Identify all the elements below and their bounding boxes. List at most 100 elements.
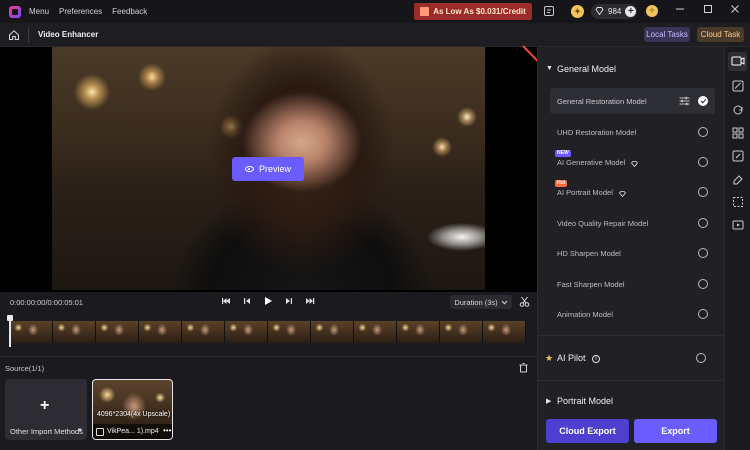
promo-text: As Low As $0.031/Credit (433, 7, 526, 16)
import-button[interactable]: + Other Import Methods ▼ (5, 379, 87, 440)
premium-diamond-icon (618, 190, 626, 198)
plus-icon: + (40, 397, 50, 414)
cloud-export-button[interactable]: Cloud Export (546, 419, 629, 443)
cloud-task-button[interactable]: Cloud Task (697, 27, 744, 42)
video-enhance-tool[interactable] (728, 52, 747, 71)
timeline-thumbnail (139, 321, 182, 343)
panel-divider (538, 335, 725, 336)
model-option-uhd-restoration[interactable]: UHD Restoration Model (550, 119, 715, 145)
clip-resolution: 4096*2304(4x Upscale) (97, 411, 171, 418)
radio-button[interactable] (698, 279, 708, 289)
timeline-thumbnail (10, 321, 53, 343)
ai-pilot-row[interactable]: ★ AI Pilot i (538, 349, 725, 369)
timeline-thumbnail (182, 321, 225, 343)
title-bar: Menu Preferences Feedback As Low As $0.0… (0, 0, 750, 23)
settings-sliders-icon[interactable] (679, 96, 690, 106)
timeline[interactable] (0, 312, 537, 348)
timeline-thumbnail (354, 321, 397, 343)
model-option-hd-sharpen[interactable]: HD Sharpen Model (550, 240, 715, 266)
tool-sidebar (724, 47, 750, 450)
new-badge: NEW (555, 150, 571, 157)
skip-to-end-icon[interactable] (304, 296, 316, 308)
eraser-icon[interactable] (732, 173, 744, 185)
maximize-icon[interactable] (701, 4, 715, 18)
timeline-thumbnail (268, 321, 311, 343)
radio-button[interactable] (698, 157, 708, 167)
skip-to-start-icon[interactable] (220, 296, 232, 308)
general-model-title: General Model (557, 64, 617, 74)
caret-down-icon[interactable]: ▼ (77, 428, 83, 434)
import-label: Other Import Methods (10, 427, 83, 436)
trash-icon[interactable] (518, 362, 529, 373)
general-model-header[interactable]: ▼ General Model (538, 60, 725, 80)
radio-button[interactable] (698, 187, 708, 197)
radio-button[interactable] (698, 218, 708, 228)
grid-icon[interactable] (732, 127, 744, 139)
credits-count: 984 (608, 7, 622, 16)
video-export-icon[interactable] (732, 219, 744, 231)
portrait-model-header[interactable]: ▶ Portrait Model (538, 392, 725, 412)
home-icon[interactable] (8, 29, 20, 41)
ai-pilot-group: AI Pilot i (557, 353, 601, 363)
step-back-icon[interactable] (241, 296, 253, 308)
radio-button[interactable] (698, 127, 708, 137)
edit-curve-icon[interactable] (732, 80, 744, 92)
menu-preferences[interactable]: Preferences (59, 7, 102, 16)
timeline-thumbnail (397, 321, 440, 343)
radio-button[interactable] (698, 309, 708, 319)
credits-pill[interactable]: 984 + (591, 4, 637, 19)
source-clip[interactable]: 4096*2304(4x Upscale) VikPea... 1).mp4 •… (92, 379, 173, 440)
selected-radio[interactable] (698, 96, 708, 106)
radio-button[interactable] (696, 353, 706, 363)
notes-icon[interactable] (543, 5, 555, 17)
gift-icon (420, 7, 430, 16)
playhead[interactable] (7, 315, 13, 347)
play-icon[interactable] (262, 296, 274, 308)
page-title: Video Enhancer (38, 30, 99, 39)
crop-select-icon[interactable] (732, 196, 744, 208)
pen-edit-icon[interactable] (732, 150, 744, 162)
loop-icon[interactable] (732, 104, 744, 116)
model-option-ai-generative[interactable]: NEW AI Generative Model (550, 149, 715, 175)
add-credits-icon[interactable]: + (625, 6, 637, 17)
promo-banner[interactable]: As Low As $0.031/Credit (414, 3, 532, 20)
menu-feedback[interactable]: Feedback (112, 7, 147, 16)
scissors-icon[interactable] (518, 296, 530, 308)
minimize-icon[interactable] (673, 4, 687, 18)
timeline-thumbnail (96, 321, 139, 343)
film-icon (96, 428, 104, 436)
model-option-ai-portrait[interactable]: Hot AI Portrait Model (550, 179, 715, 205)
timeline-thumbnails (10, 321, 526, 343)
preview-button[interactable]: Preview (232, 157, 304, 181)
model-label: AI Generative Model (557, 158, 626, 167)
more-options-icon[interactable]: ••• (163, 426, 171, 435)
model-option-animation[interactable]: Animation Model (550, 301, 715, 327)
timeline-thumbnail (53, 321, 96, 343)
export-button[interactable]: Export (634, 419, 717, 443)
page-header: Video Enhancer Local Tasks Cloud Task (0, 23, 750, 47)
avatar[interactable]: ✧ (646, 5, 658, 17)
menu-menu[interactable]: Menu (29, 7, 49, 16)
timeline-thumbnail (311, 321, 354, 343)
model-label: Fast Sharpen Model (557, 280, 625, 289)
model-option-video-quality-repair[interactable]: Video Quality Repair Model (550, 210, 715, 236)
hot-badge: Hot (555, 180, 568, 187)
info-icon[interactable]: i (592, 354, 601, 363)
panel-divider (538, 380, 725, 381)
timeline-thumbnail (225, 321, 268, 343)
close-icon[interactable] (728, 4, 742, 18)
premium-diamond-icon (631, 160, 639, 168)
app-logo-icon (9, 5, 21, 18)
duration-label: Duration (3s) (454, 297, 498, 307)
local-tasks-button[interactable]: Local Tasks (644, 27, 690, 42)
model-option-general-restoration[interactable]: General Restoration Model (550, 88, 715, 114)
portrait-model-title: Portrait Model (557, 396, 614, 406)
radio-button[interactable] (698, 248, 708, 258)
step-forward-icon[interactable] (283, 296, 295, 308)
model-option-fast-sharpen[interactable]: Fast Sharpen Model (550, 271, 715, 297)
source-panel: Source(1/1) + Other Import Methods ▼ 409… (0, 356, 537, 450)
duration-select[interactable]: Duration (3s) (450, 295, 512, 309)
coin-icon[interactable]: ✦ (571, 5, 584, 18)
timeline-thumbnail (440, 321, 483, 343)
model-label: Animation Model (557, 310, 613, 319)
